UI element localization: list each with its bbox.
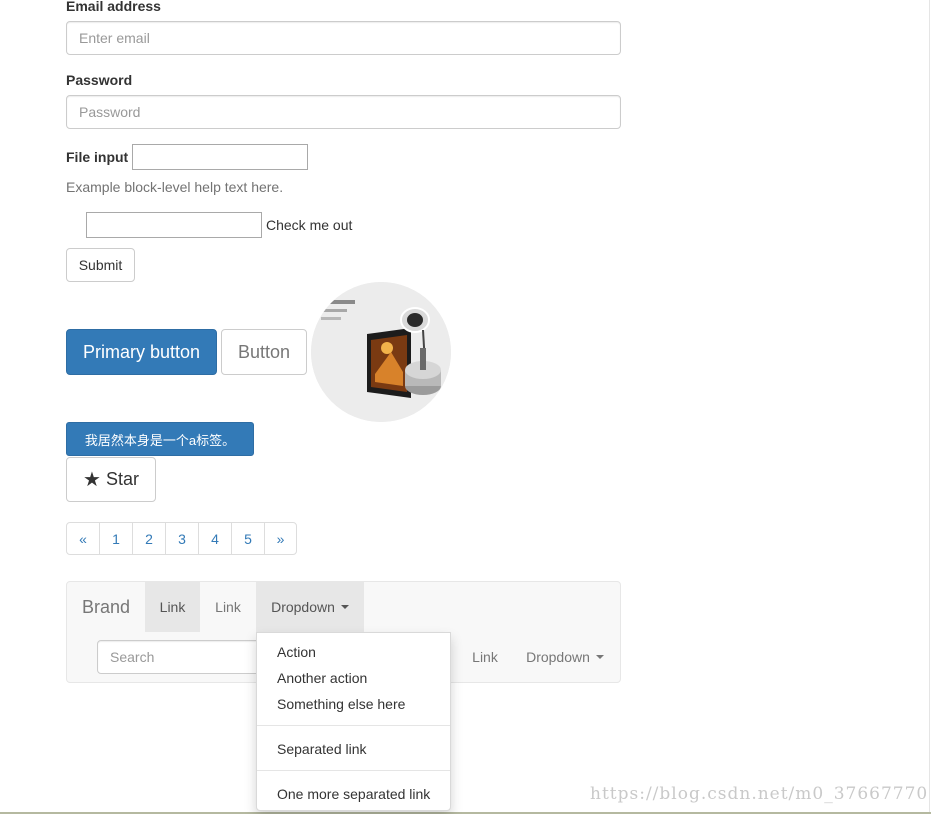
product-illustration — [311, 282, 451, 422]
email-label: Email address — [66, 0, 161, 14]
caret-down-icon — [340, 605, 349, 609]
nav-right-dropdown-label: Dropdown — [526, 649, 590, 665]
checkbox[interactable] — [86, 212, 262, 238]
pagination-page-5[interactable]: 5 — [231, 522, 265, 555]
navbar-brand[interactable]: Brand — [82, 597, 130, 618]
pagination-page-3[interactable]: 3 — [165, 522, 199, 555]
anchor-link-button[interactable]: 我居然本身是一个a标签。 — [66, 422, 254, 456]
dropdown-item-another-action[interactable]: Another action — [277, 670, 367, 686]
nav-right-link-label: Link — [472, 649, 498, 665]
submit-button[interactable]: Submit — [66, 248, 135, 282]
pagination-page-2[interactable]: 2 — [132, 522, 166, 555]
caret-down-icon — [595, 655, 604, 659]
pagination-prev[interactable]: « — [66, 522, 100, 555]
password-label: Password — [66, 72, 133, 88]
nav-right-link[interactable]: Link — [459, 633, 511, 681]
star-button[interactable]: ★ Star — [66, 457, 156, 502]
watermark-text: https://blog.csdn.net/m0_37667770 — [590, 784, 929, 804]
dropdown-item-something-else[interactable]: Something else here — [277, 696, 405, 712]
pagination-page-1[interactable]: 1 — [99, 522, 133, 555]
nav-dropdown-toggle[interactable]: Dropdown — [256, 582, 364, 632]
primary-button[interactable]: Primary button — [66, 329, 217, 375]
nav-link-active-label: Link — [159, 599, 186, 615]
nav-right-dropdown-toggle[interactable]: Dropdown — [511, 633, 619, 681]
star-button-label: Star — [105, 469, 139, 489]
password-input[interactable] — [66, 95, 621, 129]
dropdown-menu: Action Another action Something else her… — [256, 632, 451, 811]
nav-dropdown-label: Dropdown — [271, 599, 335, 615]
dropdown-divider — [257, 770, 450, 771]
nav-link-active[interactable]: Link — [145, 582, 200, 632]
dropdown-divider — [257, 725, 450, 726]
email-input[interactable] — [66, 21, 621, 55]
pagination-next[interactable]: » — [264, 522, 297, 555]
nav-link-label: Link — [215, 599, 241, 615]
file-input-label: File input — [66, 149, 129, 165]
dropdown-item-action[interactable]: Action — [277, 644, 316, 660]
dropdown-item-separated[interactable]: Separated link — [277, 741, 367, 757]
default-button[interactable]: Button — [221, 329, 307, 375]
file-input[interactable] — [132, 144, 308, 170]
pagination: « 1 2 3 4 5 » — [66, 522, 297, 555]
circle-product-image — [311, 282, 451, 422]
dropdown-item-one-more-separated[interactable]: One more separated link — [277, 786, 430, 802]
pagination-page-4[interactable]: 4 — [198, 522, 232, 555]
checkbox-label[interactable]: Check me out — [266, 217, 352, 233]
star-icon: ★ — [83, 469, 101, 491]
page-edge-divider — [929, 0, 930, 814]
help-text: Example block-level help text here. — [66, 179, 284, 195]
nav-link[interactable]: Link — [200, 582, 256, 632]
